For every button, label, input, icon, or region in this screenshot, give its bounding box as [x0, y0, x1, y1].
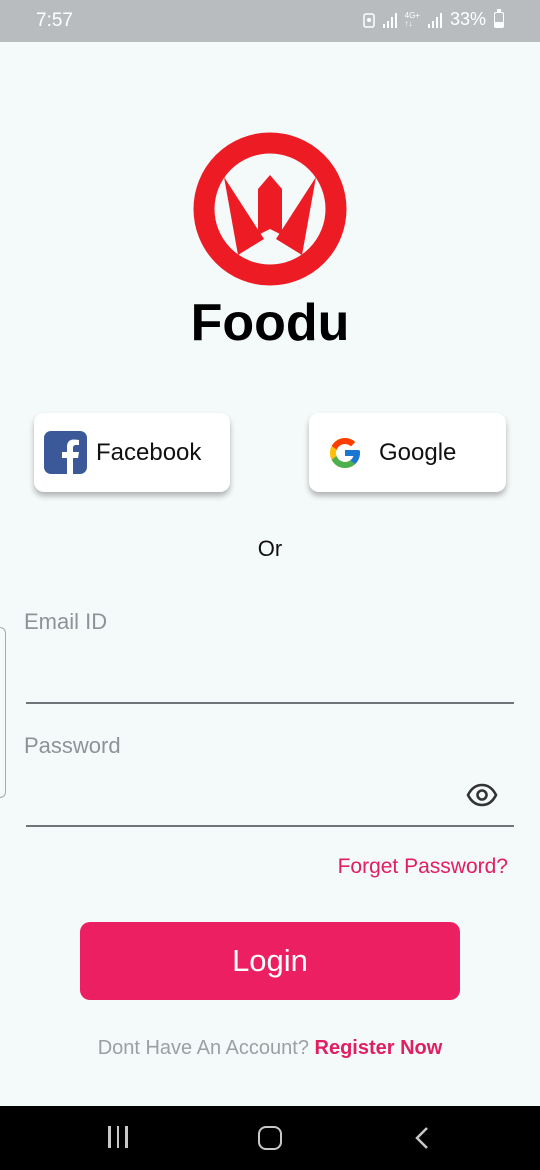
home-icon[interactable] [258, 1126, 282, 1150]
or-divider: Or [257, 536, 283, 561]
google-label: Google [379, 438, 457, 466]
signal-icon [382, 12, 397, 28]
recent-apps-icon[interactable] [108, 1126, 132, 1148]
status-bar: 7:57 4G+ ↑↓ 33% [0, 0, 540, 42]
facebook-label: Facebook [96, 438, 202, 466]
notification-icon [362, 12, 375, 28]
register-now-link[interactable]: Register Now [315, 1037, 443, 1059]
battery-icon [494, 8, 504, 28]
edge-handle[interactable] [0, 627, 6, 798]
battery-percent: 33% [449, 9, 486, 29]
register-prompt: Dont Have An Account? [97, 1037, 309, 1059]
password-field-underline [26, 825, 514, 827]
system-nav-bar [0, 1106, 540, 1170]
password-field[interactable]: Password [24, 733, 121, 759]
email-field-underline [26, 702, 514, 704]
status-indicators: 4G+ ↑↓ 33% [362, 8, 504, 30]
email-field[interactable]: Email ID [24, 609, 107, 635]
back-icon[interactable] [412, 1126, 432, 1150]
google-login-button[interactable]: Google [309, 413, 506, 492]
facebook-login-button[interactable]: Facebook [34, 413, 230, 492]
eye-icon[interactable] [466, 780, 498, 810]
register-row: Dont Have An Account? Register Now [0, 1037, 540, 1060]
app-name: Foodu [190, 294, 350, 352]
forget-password-link[interactable]: Forget Password? [338, 855, 508, 879]
google-icon [330, 437, 360, 468]
status-time: 7:57 [36, 10, 73, 31]
facebook-icon [44, 431, 87, 474]
app-logo-icon [193, 132, 347, 286]
signal-icon-2 [427, 12, 442, 28]
network-type: 4G+ ↑↓ [404, 10, 420, 28]
login-button[interactable]: Login [80, 922, 460, 1000]
